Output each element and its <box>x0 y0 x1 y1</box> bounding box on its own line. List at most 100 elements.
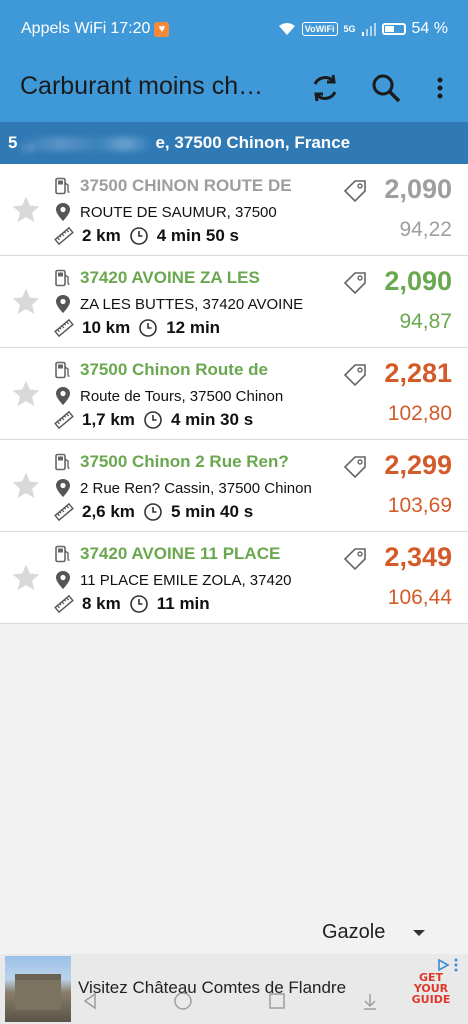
clock-icon <box>139 319 158 337</box>
station-duration: 12 min <box>166 318 221 337</box>
station-name: 37500 CHINON ROUTE DE <box>80 176 292 195</box>
total-price: 94,87 <box>399 310 452 333</box>
status-bar: Appels WiFi 17:20 ♥ VoWiFi 5G 54 % <box>0 0 468 58</box>
current-address: 5 l:ll e, 37500 Chinon, France <box>8 133 351 155</box>
station-distance: 2,6 km <box>82 502 135 521</box>
ad-choices[interactable] <box>436 958 458 972</box>
favorite-star-icon[interactable] <box>10 470 42 502</box>
favorite-star-icon[interactable] <box>10 194 42 226</box>
station-distance: 10 km <box>82 318 131 337</box>
price-tag-icon <box>343 180 366 203</box>
address-suffix: e, 37500 Chinon, France <box>155 133 351 152</box>
total-price: 94,22 <box>399 218 452 241</box>
getyourguide-logo: GET YOUR GUIDE <box>408 972 454 1012</box>
price-tag-icon <box>343 548 366 571</box>
location-pin-icon <box>56 479 70 497</box>
chevron-down-icon <box>413 929 426 936</box>
fuel-type-dropdown[interactable]: Gazole <box>322 921 426 944</box>
clock-icon <box>129 595 148 613</box>
ruler-icon <box>54 318 74 338</box>
search-button[interactable] <box>366 68 406 108</box>
notification-heart-icon: ♥ <box>154 21 170 37</box>
clock-icon <box>144 503 162 521</box>
ruler-icon <box>54 594 74 614</box>
refresh-icon <box>313 74 337 102</box>
notifications-pull-icon <box>363 994 376 1010</box>
location-pin-icon <box>56 571 70 589</box>
system-nav-overlay <box>80 986 380 1016</box>
price-tag-icon <box>343 456 366 479</box>
station-duration: 11 min <box>156 594 210 613</box>
address-prefix: 5 <box>8 133 18 152</box>
fuel-pump-icon <box>55 545 70 563</box>
favorite-star-icon[interactable] <box>10 562 42 594</box>
obscured-address-text: l:ll <box>21 142 35 155</box>
fuel-pump-icon <box>55 361 70 379</box>
ad-banner[interactable]: Visitez Château Comtes de Flandre GET YO… <box>0 954 468 1024</box>
station-list: 37500 CHINON ROUTE DE ROUTE DE SAUMUR, 3… <box>0 164 468 624</box>
clock: 17:20 <box>110 20 151 37</box>
ruler-icon <box>54 502 74 522</box>
clock-icon <box>129 227 148 245</box>
station-name: 37500 Chinon Route de <box>80 360 268 379</box>
favorite-star-icon[interactable] <box>10 378 42 410</box>
price-tag-icon <box>343 272 366 295</box>
back-nav-icon <box>83 992 96 1010</box>
station-address: 2 Rue Ren? Cassin, 37500 Chinon <box>80 479 312 497</box>
current-address-bar[interactable]: 5 l:ll e, 37500 Chinon, France <box>0 122 468 164</box>
favorite-star-icon[interactable] <box>10 286 42 318</box>
logo-line-3: GUIDE <box>411 993 451 1006</box>
station-address: ROUTE DE SAUMUR, 37500 <box>80 203 277 221</box>
clock-icon <box>144 411 162 429</box>
station-duration: 5 min 40 s <box>170 502 254 521</box>
station-name: 37500 Chinon 2 Rue Ren? <box>80 452 289 471</box>
station-address: 11 PLACE EMILE ZOLA, 37420 <box>80 571 292 589</box>
station-distance: 8 km <box>82 594 121 613</box>
location-pin-icon <box>56 387 70 405</box>
battery-icon <box>381 23 406 35</box>
ad-more-icon[interactable] <box>454 958 458 972</box>
fuel-type-selected: Gazole <box>322 921 386 943</box>
station-name: 37420 AVOINE ZA LES <box>80 268 260 287</box>
station-address: ZA LES BUTTES, 37420 AVOINE <box>80 295 304 313</box>
station-item[interactable]: 37500 Chinon Route de Route de Tours, 37… <box>0 348 468 440</box>
ruler-icon <box>54 410 74 430</box>
total-price: 103,69 <box>387 494 452 517</box>
station-duration: 4 min 30 s <box>170 410 254 429</box>
signal-icon <box>361 23 376 36</box>
obscured-address-fragment: l:ll <box>21 136 152 155</box>
fuel-pump-icon <box>55 177 70 195</box>
network-label: 5G <box>343 24 356 34</box>
price-per-liter: 2,299 <box>384 450 452 480</box>
overflow-menu-button[interactable] <box>420 68 460 108</box>
fuel-pump-icon <box>55 453 70 471</box>
station-item[interactable]: 37500 Chinon 2 Rue Ren? 2 Rue Ren? Cassi… <box>0 440 468 532</box>
battery-percent: 54 % <box>411 20 448 37</box>
station-name: 37420 AVOINE 11 PLACE <box>80 544 281 563</box>
station-distance: 2 km <box>82 226 121 245</box>
price-per-liter: 2,349 <box>384 542 452 572</box>
ad-castle-image <box>5 956 71 1022</box>
location-pin-icon <box>56 203 70 221</box>
adchoices-icon[interactable] <box>436 958 450 972</box>
station-item[interactable]: 37420 AVOINE 11 PLACE 11 PLACE EMILE ZOL… <box>0 532 468 624</box>
station-item[interactable]: 37500 CHINON ROUTE DE ROUTE DE SAUMUR, 3… <box>0 164 468 256</box>
refresh-button[interactable] <box>305 68 345 108</box>
fuel-pump-icon <box>55 269 70 287</box>
recents-nav-icon <box>268 993 285 1009</box>
more-vert-icon <box>437 77 443 99</box>
price-per-liter: 2,090 <box>384 266 452 296</box>
location-pin-icon <box>56 295 70 313</box>
price-tag-icon <box>343 364 366 387</box>
total-price: 102,80 <box>387 402 452 425</box>
home-nav-icon <box>174 992 193 1010</box>
price-per-liter: 2,281 <box>384 358 452 388</box>
carrier-label: Appels WiFi <box>21 20 107 37</box>
price-per-liter: 2,090 <box>384 174 452 204</box>
app-bar: Carburant moins ch… <box>0 58 468 122</box>
station-distance: 1,7 km <box>82 410 135 429</box>
search-icon <box>372 74 401 103</box>
ruler-icon <box>54 226 74 246</box>
station-item[interactable]: 37420 AVOINE ZA LES ZA LES BUTTES, 37420… <box>0 256 468 348</box>
station-address: Route de Tours, 37500 Chinon <box>80 387 284 405</box>
